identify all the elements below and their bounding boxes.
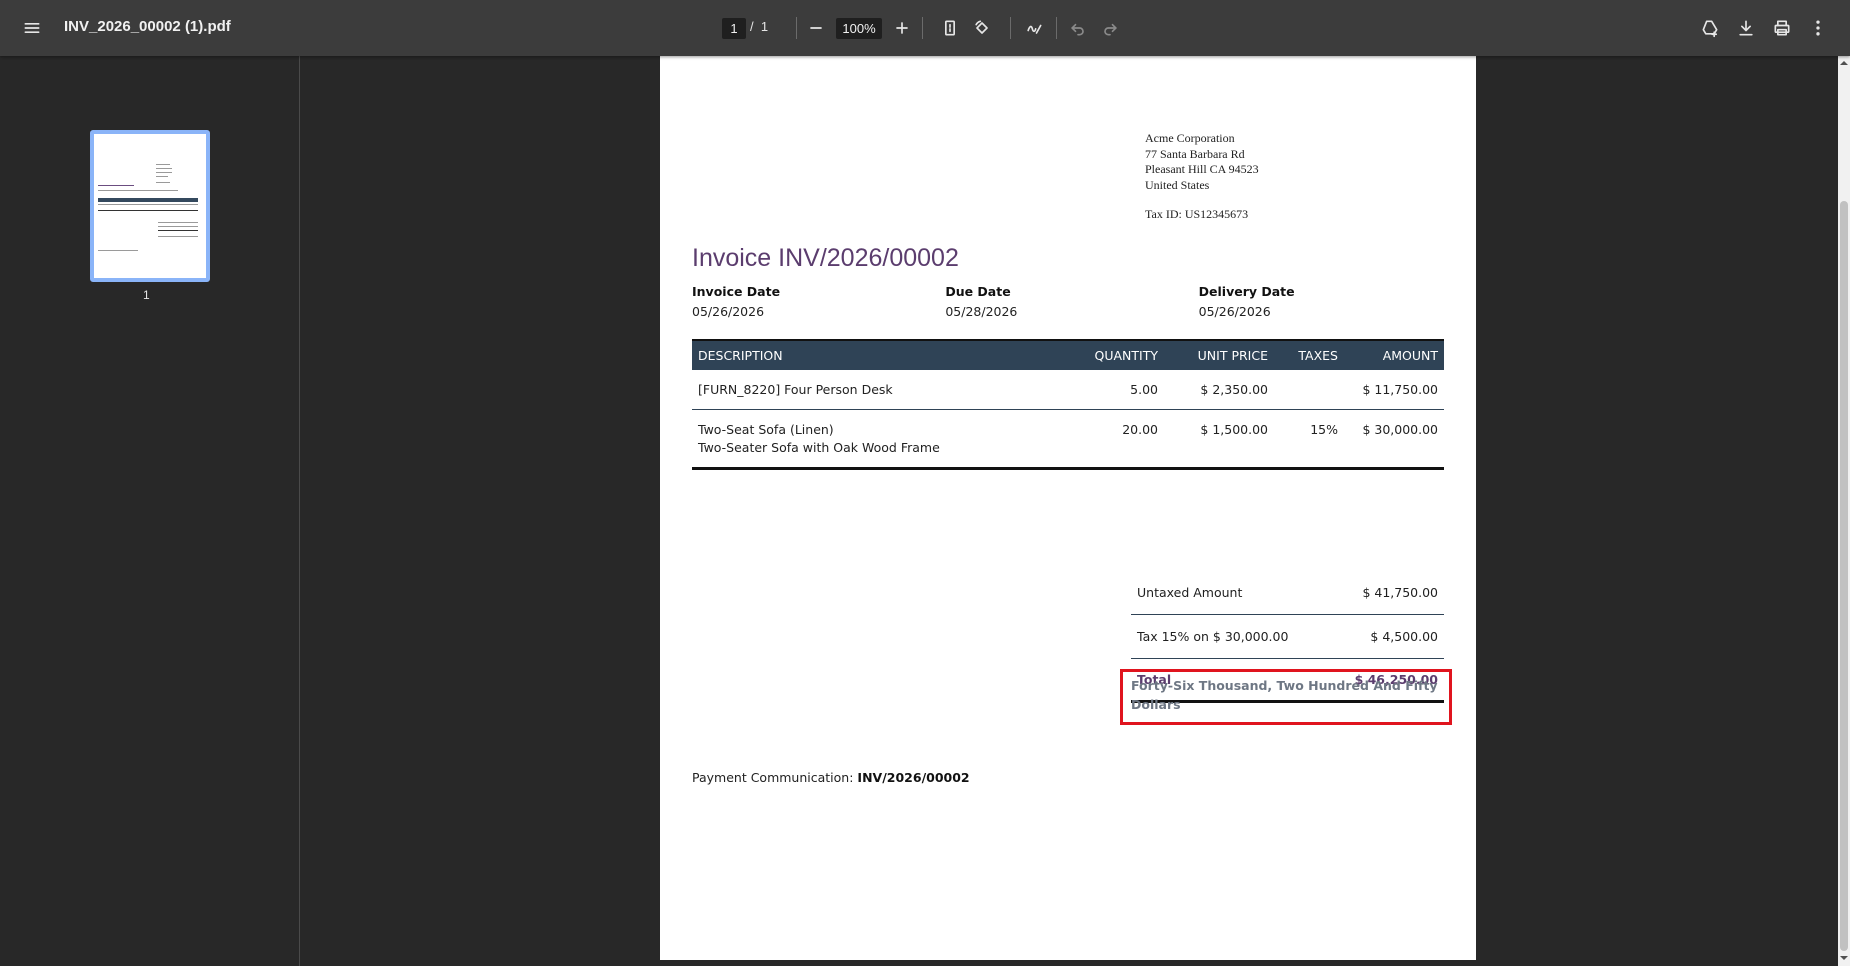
line-taxes xyxy=(1274,370,1344,410)
table-row: [FURN_8220] Four Person Desk 5.00 $ 2,35… xyxy=(692,370,1444,410)
line-description: Two-Seat Sofa (Linen) Two-Seater Sofa wi… xyxy=(692,410,1068,469)
company-city: Pleasant Hill CA 94523 xyxy=(1145,162,1259,176)
line-description-text: [FURN_8220] Four Person Desk xyxy=(698,382,893,397)
menu-icon[interactable] xyxy=(18,14,46,42)
more-options-icon[interactable] xyxy=(1804,14,1832,42)
untaxed-value: $ 41,750.00 xyxy=(1362,585,1438,600)
payment-label: Payment Communication: xyxy=(692,770,854,785)
line-amount: $ 30,000.00 xyxy=(1362,422,1438,437)
untaxed-label: Untaxed Amount xyxy=(1137,585,1243,600)
column-header: UNIT PRICE xyxy=(1197,348,1268,363)
date-value: 05/28/2026 xyxy=(945,304,1018,319)
page-separator: / xyxy=(750,19,754,34)
toolbar-divider xyxy=(1056,17,1057,39)
tax-value: $ 4,500.00 xyxy=(1370,629,1438,644)
line-amount: $ 11,750.00 xyxy=(1362,382,1438,397)
toolbar-divider xyxy=(796,17,797,39)
date-value: 05/26/2026 xyxy=(1198,304,1271,319)
company-country: United States xyxy=(1145,177,1210,192)
toolbar-divider xyxy=(1010,17,1011,39)
print-icon[interactable] xyxy=(1768,14,1796,42)
download-icon[interactable] xyxy=(1732,14,1760,42)
due-date-block: Due Date 05/28/2026 xyxy=(945,284,1198,319)
column-header: AMOUNT xyxy=(1382,348,1438,363)
company-tax-id: Tax ID: US12345673 xyxy=(1145,207,1249,221)
tax-label: Tax 15% on $ 30,000.00 xyxy=(1137,629,1289,644)
total-pages: 1 xyxy=(760,19,769,34)
page-thumbnail[interactable] xyxy=(90,130,210,282)
pdf-toolbar: INV_2026_00002 (1).pdf 1 / 1 100% xyxy=(0,0,1850,56)
fit-to-page-icon[interactable] xyxy=(936,14,964,42)
table-row: Two-Seat Sofa (Linen) Two-Seater Sofa wi… xyxy=(692,410,1444,469)
rotate-icon[interactable] xyxy=(968,14,996,42)
invoice-title: Invoice INV/2026/00002 xyxy=(692,244,959,272)
amount-in-words-highlight: Forty-Six Thousand, Two Hundred And Fift… xyxy=(1120,669,1452,725)
draw-annotation-icon[interactable] xyxy=(1020,14,1048,42)
amount-in-words: Forty-Six Thousand, Two Hundred And Fift… xyxy=(1131,678,1438,712)
toolbar-divider xyxy=(922,17,923,39)
line-quantity: 20.00 xyxy=(1122,422,1158,437)
scroll-up-arrow-icon[interactable] xyxy=(1840,59,1848,67)
line-description: [FURN_8220] Four Person Desk xyxy=(692,370,1068,410)
line-unit-price: $ 2,350.00 xyxy=(1200,382,1268,397)
tax-row: Tax 15% on $ 30,000.00 $ 4,500.00 xyxy=(1131,615,1444,659)
scroll-down-arrow-icon[interactable] xyxy=(1840,954,1848,962)
pdf-page: Acme Corporation 77 Santa Barbara Rd Ple… xyxy=(660,56,1476,960)
page-number-input[interactable]: 1 xyxy=(722,18,746,39)
company-street: 77 Santa Barbara Rd xyxy=(1145,146,1245,161)
invoice-lines-table: DESCRIPTION QUANTITY UNIT PRICE TAXES AM… xyxy=(692,339,1444,470)
line-quantity: 5.00 xyxy=(1130,382,1158,397)
line-unit-price: $ 1,500.00 xyxy=(1200,422,1268,437)
company-address: Acme Corporation 77 Santa Barbara Rd Ple… xyxy=(1145,131,1259,223)
untaxed-amount-row: Untaxed Amount $ 41,750.00 xyxy=(1131,571,1444,615)
line-taxes: 15% xyxy=(1310,422,1338,437)
scrollbar-thumb[interactable] xyxy=(1840,201,1848,951)
date-label: Invoice Date xyxy=(692,284,781,299)
zoom-out-icon[interactable] xyxy=(802,14,830,42)
date-label: Delivery Date xyxy=(1198,284,1295,299)
thumbnail-page-number: 1 xyxy=(143,288,150,302)
column-header: QUANTITY xyxy=(1094,348,1158,363)
payment-reference: INV/2026/00002 xyxy=(857,770,970,785)
thumbnail-sidebar: 1 xyxy=(0,56,300,966)
date-value: 05/26/2026 xyxy=(692,304,765,319)
invoice-date-block: Invoice Date 05/26/2026 xyxy=(692,284,945,319)
column-header: TAXES xyxy=(1298,348,1338,363)
file-title: INV_2026_00002 (1).pdf xyxy=(64,18,231,35)
redo-icon[interactable] xyxy=(1096,14,1124,42)
undo-icon[interactable] xyxy=(1064,14,1092,42)
zoom-level-input[interactable]: 100% xyxy=(836,18,882,39)
table-header-row: DESCRIPTION QUANTITY UNIT PRICE TAXES AM… xyxy=(692,340,1444,370)
line-subdescription-text: Two-Seater Sofa with Oak Wood Frame xyxy=(698,440,940,455)
column-header: DESCRIPTION xyxy=(698,348,783,363)
company-name: Acme Corporation xyxy=(1145,131,1235,145)
line-description-text: Two-Seat Sofa (Linen) xyxy=(698,422,834,437)
page-total: / 1 xyxy=(750,19,768,34)
vertical-scrollbar[interactable] xyxy=(1838,56,1850,966)
payment-communication: Payment Communication: INV/2026/00002 xyxy=(692,770,970,785)
zoom-in-icon[interactable] xyxy=(888,14,916,42)
save-to-drive-icon[interactable] xyxy=(1696,14,1724,42)
invoice-dates: Invoice Date 05/26/2026 Due Date 05/28/2… xyxy=(692,284,1452,319)
date-label: Due Date xyxy=(945,284,1011,299)
delivery-date-block: Delivery Date 05/26/2026 xyxy=(1199,284,1452,319)
